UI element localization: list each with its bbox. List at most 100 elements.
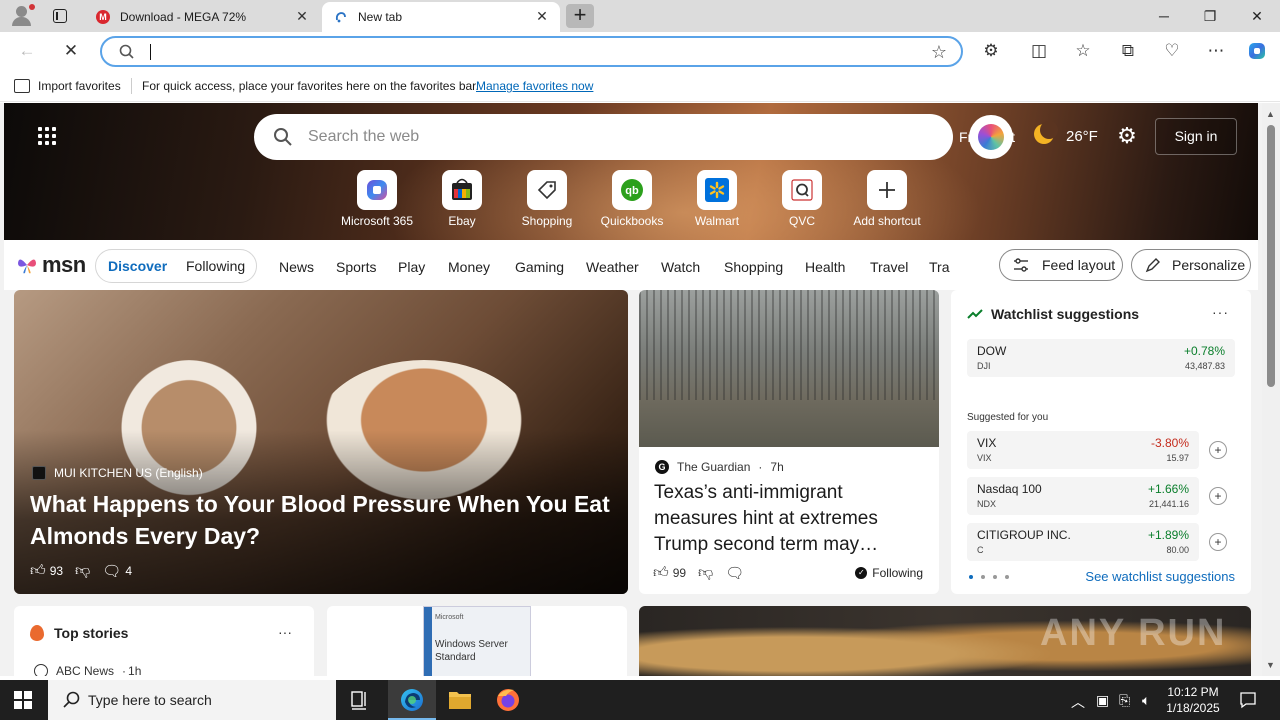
add-to-watchlist-icon[interactable]: + — [1209, 487, 1227, 505]
shortcut-qvc[interactable]: QVC — [757, 170, 847, 230]
tab-new-tab[interactable]: New tab ✕ — [322, 2, 560, 32]
stop-loading-button[interactable]: ✕ — [60, 40, 82, 62]
taskbar-firefox-button[interactable] — [484, 680, 532, 720]
comments-button[interactable]: 🗨︎ 4 — [102, 562, 132, 580]
sign-in-button[interactable]: Sign in — [1155, 118, 1237, 155]
abc-news-logo-icon — [34, 664, 48, 676]
manage-favorites-link[interactable]: Manage favorites now — [476, 79, 593, 93]
close-tab-icon[interactable]: ✕ — [534, 8, 550, 24]
favorite-star-icon[interactable]: ☆ — [931, 41, 947, 63]
taskbar-search-input[interactable] — [88, 690, 318, 710]
restore-button[interactable]: ❐ — [1200, 6, 1220, 26]
task-view-button[interactable] — [336, 680, 384, 720]
see-watchlist-link[interactable]: See watchlist suggestions — [1085, 569, 1235, 584]
extensions-icon[interactable]: ⚙ — [980, 40, 1002, 62]
nav-travel[interactable]: Travel — [870, 259, 908, 275]
address-bar[interactable]: ☆ — [100, 36, 963, 67]
tab-discover[interactable]: Discover — [108, 258, 167, 274]
new-tab-button[interactable]: + — [566, 4, 594, 28]
dislike-button[interactable]: 👎︎ — [75, 562, 90, 580]
personalize-button[interactable]: Personalize — [1131, 249, 1251, 281]
nav-play[interactable]: Play — [398, 259, 425, 275]
start-button[interactable] — [14, 691, 32, 709]
like-button[interactable]: 👍︎ 93 — [30, 562, 63, 580]
publisher-name: The Guardian — [677, 460, 751, 474]
notifications-icon[interactable] — [1238, 690, 1258, 710]
tab-actions-button[interactable] — [48, 6, 72, 26]
page-scrollbar[interactable]: ▲ ▼ — [1262, 103, 1280, 676]
favorites-icon[interactable]: ☆ — [1072, 40, 1094, 62]
side-story-card[interactable]: G The Guardian · 7h Texas’s anti-immigra… — [639, 290, 939, 594]
settings-more-icon[interactable]: ⋯ — [1205, 40, 1227, 62]
nav-weather[interactable]: Weather — [586, 259, 639, 275]
comments-off-button[interactable]: 🗨︎ — [725, 564, 744, 582]
ad-card[interactable]: Microsoft Windows Server Standard — [327, 606, 627, 676]
add-to-watchlist-icon[interactable]: + — [1209, 441, 1227, 459]
web-search-input[interactable] — [308, 124, 908, 150]
nav-shopping[interactable]: Shopping — [724, 259, 783, 275]
tab-following[interactable]: Following — [186, 258, 245, 274]
split-screen-icon[interactable]: ◫ — [1028, 40, 1050, 62]
taskbar-search-box[interactable] — [48, 680, 336, 720]
profile-button[interactable] — [8, 4, 36, 28]
nav-sports[interactable]: Sports — [336, 259, 376, 275]
taskbar-file-explorer-button[interactable] — [436, 680, 484, 720]
add-to-watchlist-icon[interactable]: + — [1209, 533, 1227, 551]
nav-watch[interactable]: Watch — [661, 259, 700, 275]
import-favorites-label[interactable]: Import favorites — [38, 79, 121, 93]
weather-temperature[interactable]: 26°F — [1066, 128, 1098, 145]
browser-essentials-icon[interactable]: ♡ — [1161, 40, 1183, 62]
tab-mega-download[interactable]: M Download - MEGA 72% ✕ — [84, 2, 320, 32]
page-settings-icon[interactable]: ⚙ — [1116, 125, 1138, 147]
network-icon[interactable]: ⎘ — [1119, 692, 1130, 709]
sliders-icon — [1014, 258, 1028, 272]
story-headline[interactable]: Texas’s anti-immigrant measures hint at … — [654, 480, 924, 558]
shortcut-shopping[interactable]: Shopping — [502, 170, 592, 230]
show-hidden-icons[interactable]: ︿ — [1071, 692, 1085, 712]
stock-row[interactable]: CITIGROUP INC. C +1.89% 80.00 + — [967, 523, 1227, 561]
stock-row[interactable]: VIX VIX -3.80% 15.97 + — [967, 431, 1227, 469]
nav-health[interactable]: Health — [805, 259, 845, 275]
story-headline[interactable]: What Happens to Your Blood Pressure When… — [30, 488, 620, 552]
import-favorites-icon[interactable] — [14, 79, 30, 93]
minimize-button[interactable]: ─ — [1154, 6, 1174, 26]
shortcut-microsoft-365[interactable]: Microsoft 365 — [332, 170, 422, 230]
scroll-up-icon[interactable]: ▲ — [1266, 109, 1275, 119]
nav-gaming[interactable]: Gaming — [515, 259, 564, 275]
shortcut-tile — [442, 170, 482, 210]
msn-logo[interactable]: msn — [16, 252, 86, 278]
copilot-icon[interactable] — [1246, 40, 1268, 62]
back-button[interactable]: ← — [16, 40, 38, 62]
system-clock[interactable]: 10:12 PM 1/18/2025 — [1163, 684, 1223, 716]
shortcut-quickbooks[interactable]: qb Quickbooks — [587, 170, 677, 230]
nav-news[interactable]: News — [279, 259, 314, 275]
shortcut-ebay[interactable]: Ebay — [417, 170, 507, 230]
stock-row[interactable]: DOW DJI +0.78% 43,487.83 — [967, 339, 1235, 377]
nav-money[interactable]: Money — [448, 259, 490, 275]
close-tab-icon[interactable]: ✕ — [294, 8, 310, 24]
shortcut-walmart[interactable]: Walmart — [672, 170, 762, 230]
feed-layout-button[interactable]: Feed layout — [999, 249, 1123, 281]
app-launcher-icon[interactable] — [38, 127, 58, 147]
carousel-dots[interactable] — [969, 575, 1009, 579]
main-story-card[interactable]: MUI KITCHEN US (English) What Happens to… — [14, 290, 628, 594]
copilot-button[interactable] — [969, 115, 1013, 159]
close-window-button[interactable]: ✕ — [1247, 6, 1267, 26]
taskbar-edge-button[interactable] — [388, 680, 436, 720]
nav-traffic[interactable]: Trai — [929, 259, 950, 275]
more-options-icon[interactable]: ··· — [1212, 304, 1229, 320]
like-button[interactable]: 👍︎ 99 — [653, 564, 686, 582]
add-shortcut-button[interactable]: Add shortcut — [842, 170, 932, 230]
more-options-icon[interactable]: ··· — [278, 624, 292, 640]
device-icon[interactable]: ▣ — [1096, 692, 1109, 709]
stock-row[interactable]: Nasdaq 100 NDX +1.66% 21,441.16 + — [967, 477, 1227, 515]
scroll-thumb[interactable] — [1267, 125, 1275, 387]
collections-icon[interactable]: ⧉ — [1117, 40, 1139, 62]
scroll-down-icon[interactable]: ▼ — [1266, 660, 1275, 670]
notification-dot — [29, 4, 35, 10]
dislike-button[interactable]: 👎︎ — [698, 564, 713, 582]
address-input[interactable] — [154, 41, 914, 63]
following-indicator[interactable]: ✓ Following — [855, 566, 923, 580]
web-search-box[interactable] — [254, 114, 953, 160]
volume-icon[interactable]: 🔈︎ — [1142, 692, 1150, 709]
